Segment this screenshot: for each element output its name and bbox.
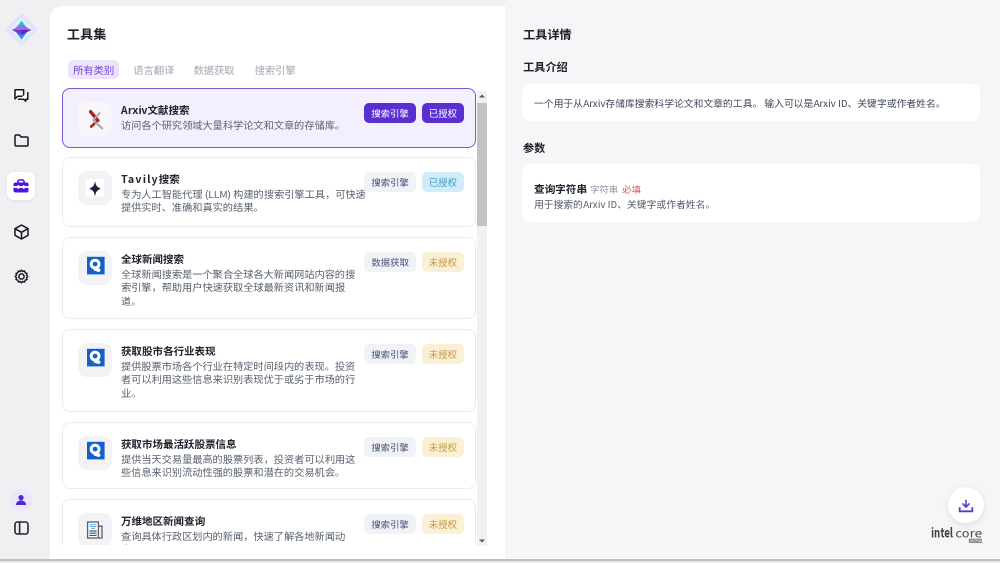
svg-text:intel: intel <box>931 524 953 542</box>
svg-text:ULTRA: ULTRA <box>970 539 982 543</box>
